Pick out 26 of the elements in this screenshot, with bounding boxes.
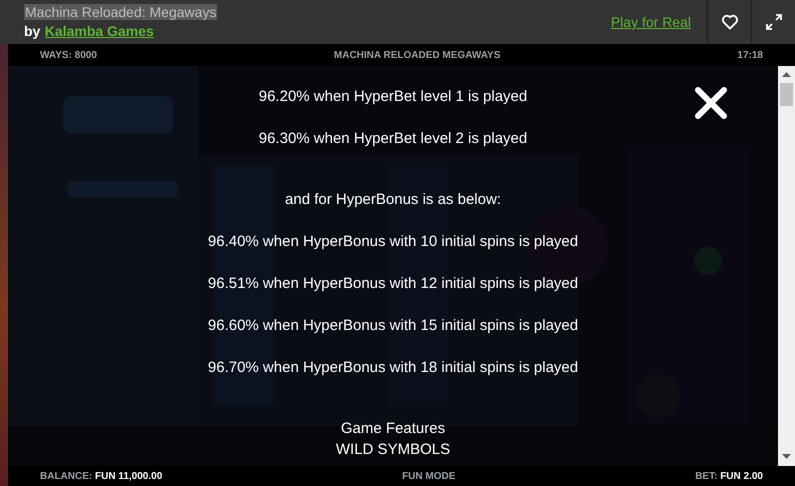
scrollbar[interactable]	[778, 66, 795, 466]
ways-label: WAYS: 8000	[40, 48, 97, 62]
balance-display: BALANCE: FUN 11,000.00	[40, 470, 162, 484]
scroll-down-icon[interactable]	[782, 454, 791, 460]
info-text: and for HyperBonus is as below:	[285, 191, 501, 208]
scroll-up-icon[interactable]	[782, 72, 791, 78]
expand-icon	[764, 13, 782, 31]
info-text: 96.60% when HyperBonus with 15 initial spins is played	[208, 317, 578, 334]
info-text: 96.30% when HyperBet level 2 is played	[258, 130, 528, 147]
game-title: Machina Reloaded: Megaways	[24, 4, 218, 20]
info-text: 96.51% when HyperBonus with 12 initial spins is played	[208, 275, 578, 292]
info-text: 96.70% when HyperBonus with 18 initial spins is played	[208, 359, 578, 376]
clock: 17:18	[737, 48, 763, 62]
provider-link[interactable]: Kalamba Games	[44, 23, 154, 39]
game-bar-title: MACHINA RELOADED MEGAWAYS	[334, 48, 500, 62]
info-text: WILD SYMBOLS	[336, 441, 450, 458]
info-text: 96.20% when HyperBet level 1 is played	[258, 88, 528, 105]
mode-label: FUN MODE	[402, 470, 456, 484]
scroll-thumb[interactable]	[780, 83, 793, 106]
by-label: by	[24, 23, 40, 39]
info-text: Game Features	[340, 420, 446, 437]
heart-icon	[720, 14, 738, 30]
close-button[interactable]	[694, 86, 728, 120]
bet-display: BET: FUN 2.00	[695, 470, 763, 484]
play-for-real-link[interactable]: Play for Real	[610, 13, 691, 31]
info-text: 96.40% when HyperBonus with 10 initial spins is played	[208, 233, 578, 250]
